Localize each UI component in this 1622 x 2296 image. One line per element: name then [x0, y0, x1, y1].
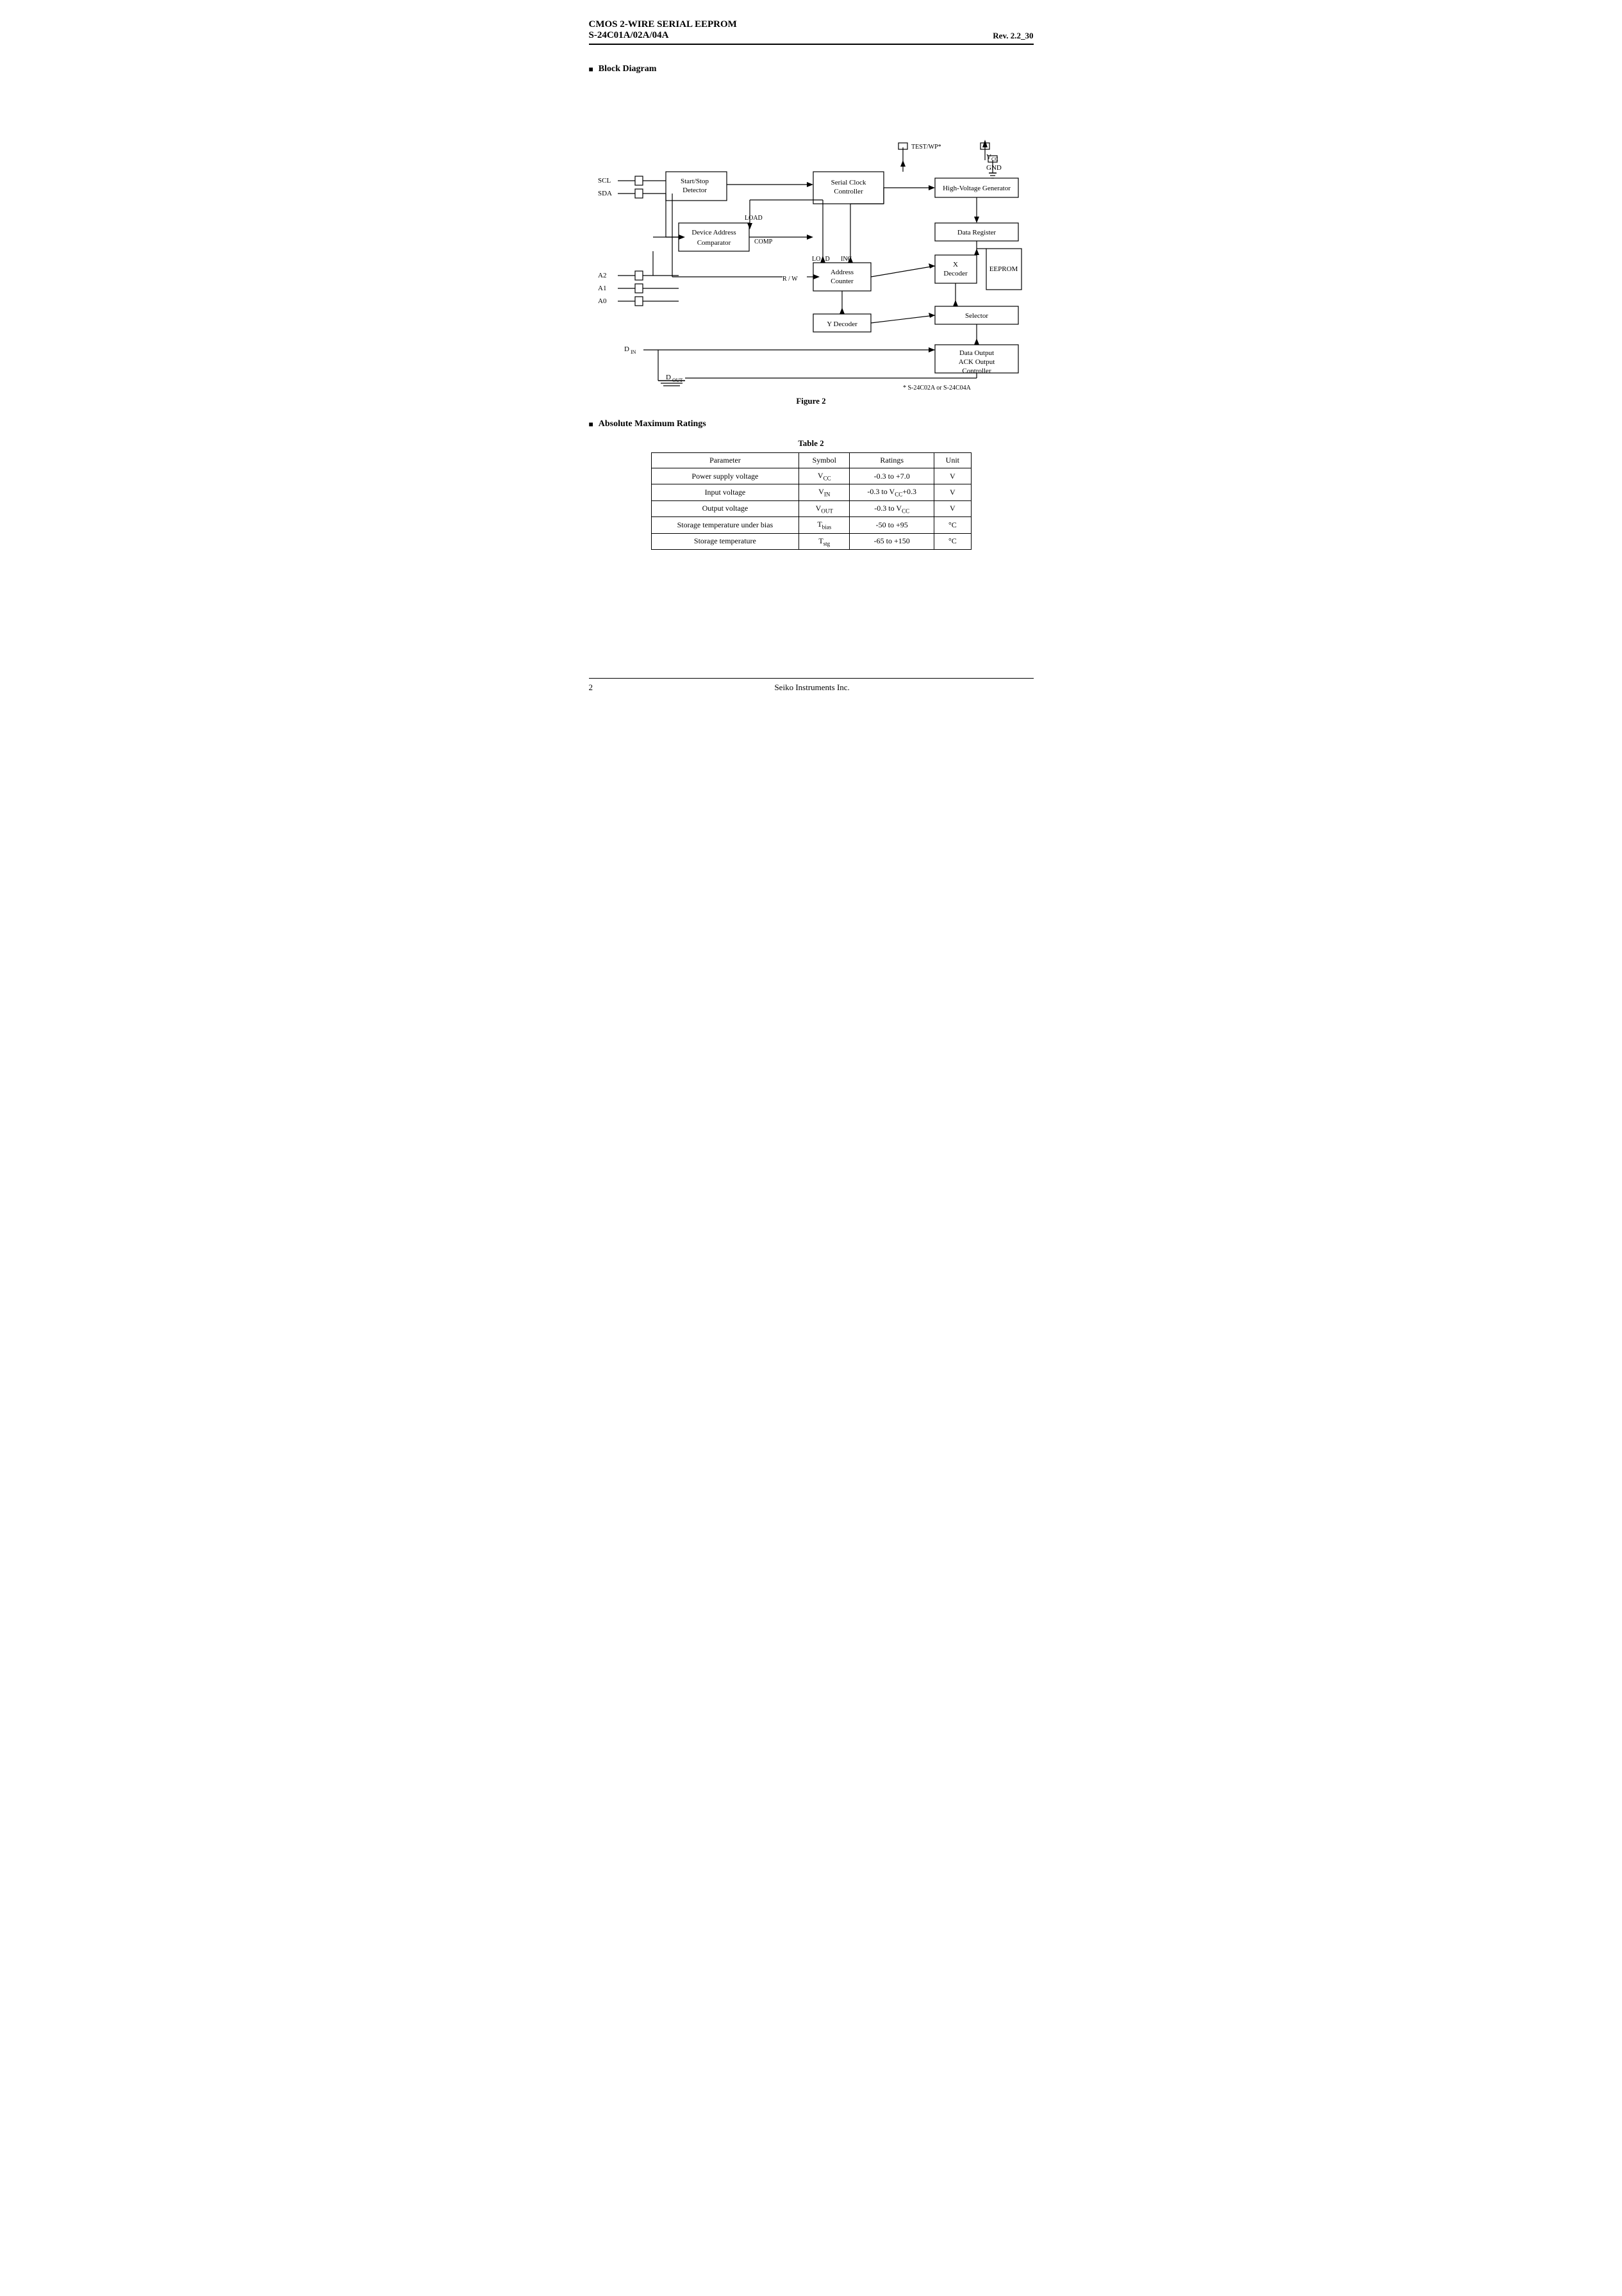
svg-text:TEST/WP*: TEST/WP* — [911, 144, 941, 151]
col-header-symbol: Symbol — [799, 453, 850, 468]
svg-text:A1: A1 — [598, 285, 606, 292]
page-header: CMOS 2-WIRE SERIAL EEPROM S-24C01A/02A/0… — [589, 19, 1034, 45]
svg-text:Device Address: Device Address — [691, 229, 736, 236]
unit-cell: V — [934, 500, 971, 516]
symbol-cell: VIN — [799, 484, 850, 500]
doc-title-line2: S-24C01A/02A/04A — [589, 30, 737, 41]
table-title: Table 2 — [589, 438, 1034, 449]
svg-text:A2: A2 — [598, 272, 606, 279]
svg-text:R / W: R / W — [782, 276, 798, 283]
svg-text:Data Register: Data Register — [957, 229, 996, 236]
svg-text:ACK Output: ACK Output — [958, 358, 995, 366]
table-row: Power supply voltage VCC -0.3 to +7.0 V — [651, 468, 971, 484]
table-row: Storage temperature under bias Tbias -50… — [651, 517, 971, 533]
svg-text:Serial Clock: Serial Clock — [831, 179, 866, 186]
symbol-cell: Tbias — [799, 517, 850, 533]
ratings-cell: -50 to +95 — [850, 517, 934, 533]
page-number: 2 — [589, 682, 593, 693]
figure-label: Figure 2 — [589, 396, 1034, 406]
svg-text:GND: GND — [986, 164, 1002, 172]
svg-text:Start/Stop: Start/Stop — [680, 178, 709, 185]
ratings-table: Parameter Symbol Ratings Unit Power supp… — [651, 452, 972, 550]
svg-text:A0: A0 — [598, 297, 607, 305]
svg-text:Controller: Controller — [834, 188, 863, 195]
svg-text:High-Voltage Generator: High-Voltage Generator — [943, 185, 1011, 192]
table-row: Storage temperature Tstg -65 to +150 °C — [651, 533, 971, 549]
block-diagram: SCL SDA Start/Stop Detector Serial Clock… — [589, 83, 1038, 391]
absolute-max-section-title: Absolute Maximum Ratings — [589, 419, 1034, 429]
svg-text:Selector: Selector — [964, 312, 988, 320]
ratings-cell: -0.3 to VCC+0.3 — [850, 484, 934, 500]
parameter-cell: Input voltage — [651, 484, 799, 500]
unit-cell: °C — [934, 517, 971, 533]
svg-text:D: D — [624, 345, 629, 353]
svg-text:Counter: Counter — [831, 277, 854, 285]
svg-text:X: X — [953, 261, 958, 268]
svg-text:D: D — [666, 374, 671, 381]
block-diagram-section-title: Block Diagram — [589, 64, 1034, 74]
svg-text:EEPROM: EEPROM — [989, 265, 1018, 273]
svg-text:LOAD: LOAD — [745, 215, 763, 222]
col-header-parameter: Parameter — [651, 453, 799, 468]
ratings-cell: -0.3 to +7.0 — [850, 468, 934, 484]
unit-cell: °C — [934, 533, 971, 549]
doc-rev: Rev. 2.2_30 — [993, 31, 1033, 41]
symbol-cell: VOUT — [799, 500, 850, 516]
parameter-cell: Output voltage — [651, 500, 799, 516]
svg-text:IN: IN — [631, 349, 636, 355]
svg-text:* S-24C02A or S-24C04A: * S-24C02A or S-24C04A — [903, 384, 972, 391]
unit-cell: V — [934, 468, 971, 484]
col-header-ratings: Ratings — [850, 453, 934, 468]
page-number-right — [1031, 682, 1033, 693]
svg-text:SCL: SCL — [598, 177, 611, 185]
table-row: Input voltage VIN -0.3 to VCC+0.3 V — [651, 484, 971, 500]
parameter-cell: Storage temperature — [651, 533, 799, 549]
doc-title-line1: CMOS 2-WIRE SERIAL EEPROM — [589, 19, 737, 30]
svg-text:Address: Address — [830, 268, 853, 276]
company-name: Seiko Instruments Inc. — [774, 682, 849, 693]
unit-cell: V — [934, 484, 971, 500]
ratings-cell: -0.3 to VCC — [850, 500, 934, 516]
table-row: Output voltage VOUT -0.3 to VCC V — [651, 500, 971, 516]
svg-text:Comparator: Comparator — [697, 239, 731, 247]
symbol-cell: VCC — [799, 468, 850, 484]
symbol-cell: Tstg — [799, 533, 850, 549]
svg-text:Detector: Detector — [683, 186, 707, 194]
svg-text:Decoder: Decoder — [943, 270, 968, 277]
svg-text:Y Decoder: Y Decoder — [827, 320, 857, 328]
svg-text:SDA: SDA — [598, 190, 612, 197]
col-header-unit: Unit — [934, 453, 971, 468]
svg-text:COMP: COMP — [754, 238, 773, 245]
parameter-cell: Power supply voltage — [651, 468, 799, 484]
ratings-cell: -65 to +150 — [850, 533, 934, 549]
svg-text:Data Output: Data Output — [959, 349, 993, 357]
parameter-cell: Storage temperature under bias — [651, 517, 799, 533]
